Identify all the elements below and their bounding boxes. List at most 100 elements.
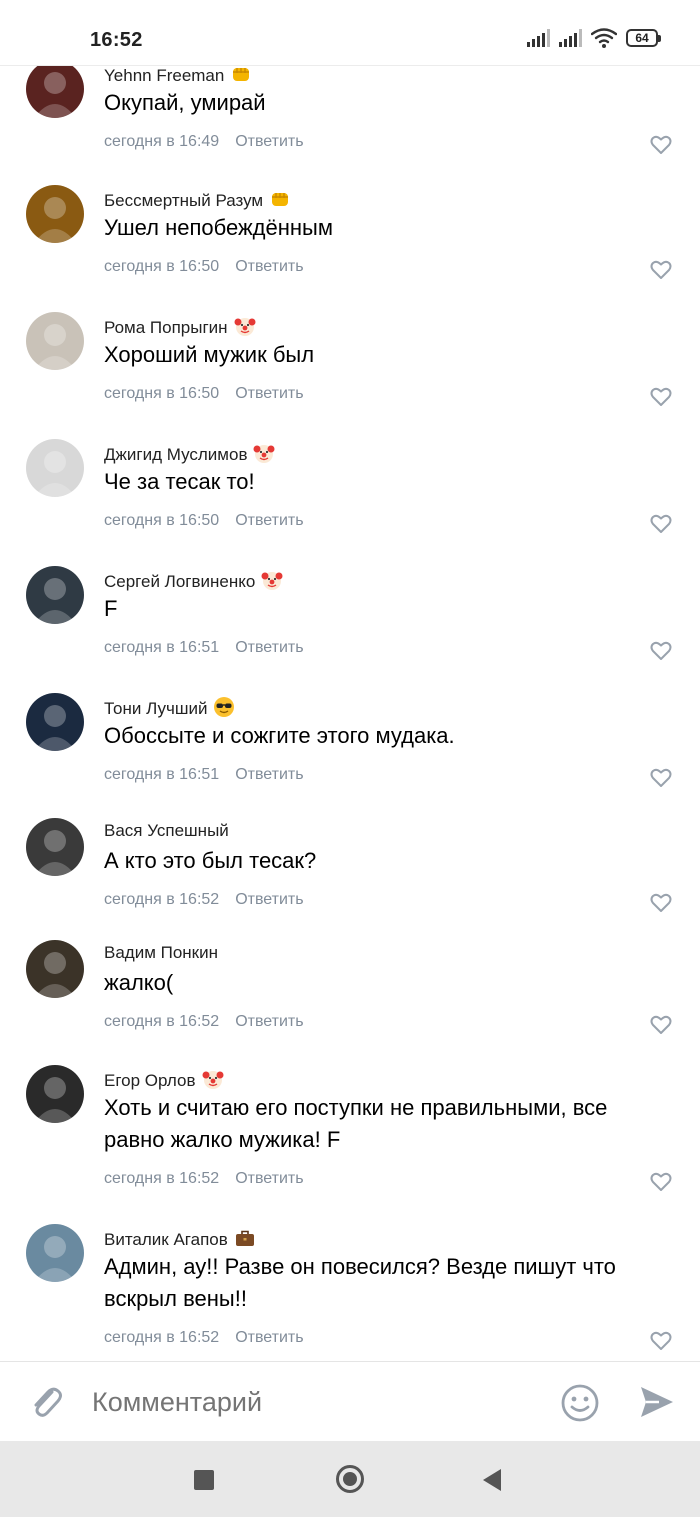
comment-time: сегодня в 16:50: [104, 258, 220, 275]
fist-emoji: [224, 66, 252, 85]
comment-time: сегодня в 16:50: [104, 385, 220, 402]
heart-outline-icon[interactable]: [650, 1015, 672, 1035]
comment-meta: сегодня в 16:52 Ответить: [104, 1329, 304, 1347]
reply-button[interactable]: Ответить: [235, 639, 303, 656]
author-name: Yehnn Freeman: [104, 66, 225, 85]
comment-author[interactable]: Виталик Агапов: [104, 1227, 256, 1250]
heart-outline-icon[interactable]: [650, 1172, 672, 1192]
heart-outline-icon[interactable]: [650, 641, 672, 661]
avatar[interactable]: [26, 439, 84, 497]
comment-author[interactable]: Yehnn Freeman: [104, 63, 252, 86]
comment-author[interactable]: Сергей Логвиненко: [104, 569, 283, 592]
reply-button[interactable]: Ответить: [235, 512, 303, 529]
comment-meta: сегодня в 16:49 Ответить: [104, 133, 304, 151]
comment-text: Админ, ау!! Разве он повесился? Везде пи…: [104, 1254, 616, 1311]
smiley-icon[interactable]: [561, 1384, 599, 1422]
comment-text: А кто это был тесак?: [104, 848, 317, 873]
battery-icon: 64: [626, 29, 661, 47]
heart-outline-icon[interactable]: [650, 768, 672, 788]
sunglasses-emoji: [207, 697, 235, 718]
comment-text: Хороший мужик был: [104, 342, 315, 367]
reply-button[interactable]: Ответить: [235, 1170, 303, 1187]
avatar[interactable]: [26, 185, 84, 243]
signal-icon: [559, 29, 582, 47]
comment-author[interactable]: Рома Попрыгин: [104, 315, 256, 338]
comment-time: сегодня в 16:50: [104, 512, 220, 529]
author-name: Вадим Понкин: [104, 943, 219, 962]
avatar[interactable]: [26, 940, 84, 998]
comment-text: жалко(: [104, 970, 174, 995]
clown-emoji: [247, 445, 275, 464]
author-name: Тони Лучший: [104, 699, 208, 718]
author-name: Рома Попрыгин: [104, 318, 228, 337]
avatar[interactable]: [26, 566, 84, 624]
comment-meta: сегодня в 16:51 Ответить: [104, 639, 304, 657]
heart-outline-icon[interactable]: [650, 260, 672, 280]
comment-author[interactable]: Джигид Муслимов: [104, 442, 275, 465]
avatar[interactable]: [26, 312, 84, 370]
comment-author[interactable]: Вася Успешный: [104, 821, 229, 841]
avatar[interactable]: [26, 60, 84, 118]
comment-time: сегодня в 16:52: [104, 891, 220, 908]
status-icons: 64: [527, 28, 661, 48]
comment-meta: сегодня в 16:52 Ответить: [104, 891, 304, 909]
recents-button[interactable]: [194, 1470, 214, 1490]
comment-time: сегодня в 16:52: [104, 1329, 220, 1346]
reply-button[interactable]: Ответить: [235, 766, 303, 783]
heart-outline-icon[interactable]: [650, 387, 672, 407]
avatar[interactable]: [26, 1065, 84, 1123]
comment-text: F: [104, 596, 118, 621]
comment-author[interactable]: Бессмертный Разум: [104, 188, 291, 211]
comment-meta: сегодня в 16:52 Ответить: [104, 1170, 304, 1188]
system-nav-bar: [0, 1441, 700, 1517]
comment-text: Обоссыте и сожгите этого мудака.: [104, 723, 455, 748]
clown-emoji: [255, 572, 283, 591]
author-name: Виталик Агапов: [104, 1230, 228, 1249]
reply-button[interactable]: Ответить: [235, 891, 303, 908]
comment-time: сегодня в 16:52: [104, 1013, 220, 1030]
heart-outline-icon[interactable]: [650, 135, 672, 155]
reply-button[interactable]: Ответить: [235, 1329, 303, 1346]
reply-button[interactable]: Ответить: [235, 385, 303, 402]
comment-text: Окупай, умирай: [104, 90, 266, 115]
comment-author[interactable]: Тони Лучший: [104, 696, 235, 719]
paperclip-icon[interactable]: [28, 1382, 64, 1422]
comment-time: сегодня в 16:52: [104, 1170, 220, 1187]
fist-emoji: [263, 191, 291, 210]
wifi-icon: [591, 28, 617, 48]
comment-meta: сегодня в 16:50 Ответить: [104, 385, 304, 403]
status-bar: 16:52 64: [0, 0, 700, 66]
comment-author[interactable]: Егор Орлов: [104, 1068, 224, 1091]
author-name: Вася Успешный: [104, 821, 229, 840]
comment-time: сегодня в 16:49: [104, 133, 220, 150]
heart-outline-icon[interactable]: [650, 893, 672, 913]
reply-button[interactable]: Ответить: [235, 1013, 303, 1030]
comment-time: сегодня в 16:51: [104, 639, 220, 656]
comment-text: Ушел непобеждённым: [104, 215, 333, 240]
reply-button[interactable]: Ответить: [235, 258, 303, 275]
comment-meta: сегодня в 16:50 Ответить: [104, 258, 304, 276]
comment-text: Че за тесак то!: [104, 469, 255, 494]
author-name: Сергей Логвиненко: [104, 572, 256, 591]
reply-button[interactable]: Ответить: [235, 133, 303, 150]
briefcase-emoji: [228, 1230, 256, 1249]
comment-composer: [0, 1361, 700, 1441]
back-button[interactable]: [483, 1469, 501, 1491]
heart-outline-icon[interactable]: [650, 514, 672, 534]
avatar[interactable]: [26, 818, 84, 876]
avatar[interactable]: [26, 693, 84, 751]
send-arrow-icon[interactable]: [639, 1384, 675, 1420]
status-time: 16:52: [90, 29, 143, 51]
author-name: Джигид Муслимов: [104, 445, 248, 464]
signal-icon: [527, 29, 550, 47]
home-button[interactable]: [336, 1465, 364, 1493]
comment-time: сегодня в 16:51: [104, 766, 220, 783]
comment-meta: сегодня в 16:52 Ответить: [104, 1013, 304, 1031]
author-name: Бессмертный Разум: [104, 191, 264, 210]
comment-input[interactable]: [92, 1384, 532, 1420]
comment-meta: сегодня в 16:50 Ответить: [104, 512, 304, 530]
clown-emoji: [228, 318, 256, 337]
heart-outline-icon[interactable]: [650, 1331, 672, 1351]
comment-author[interactable]: Вадим Понкин: [104, 943, 218, 963]
avatar[interactable]: [26, 1224, 84, 1282]
